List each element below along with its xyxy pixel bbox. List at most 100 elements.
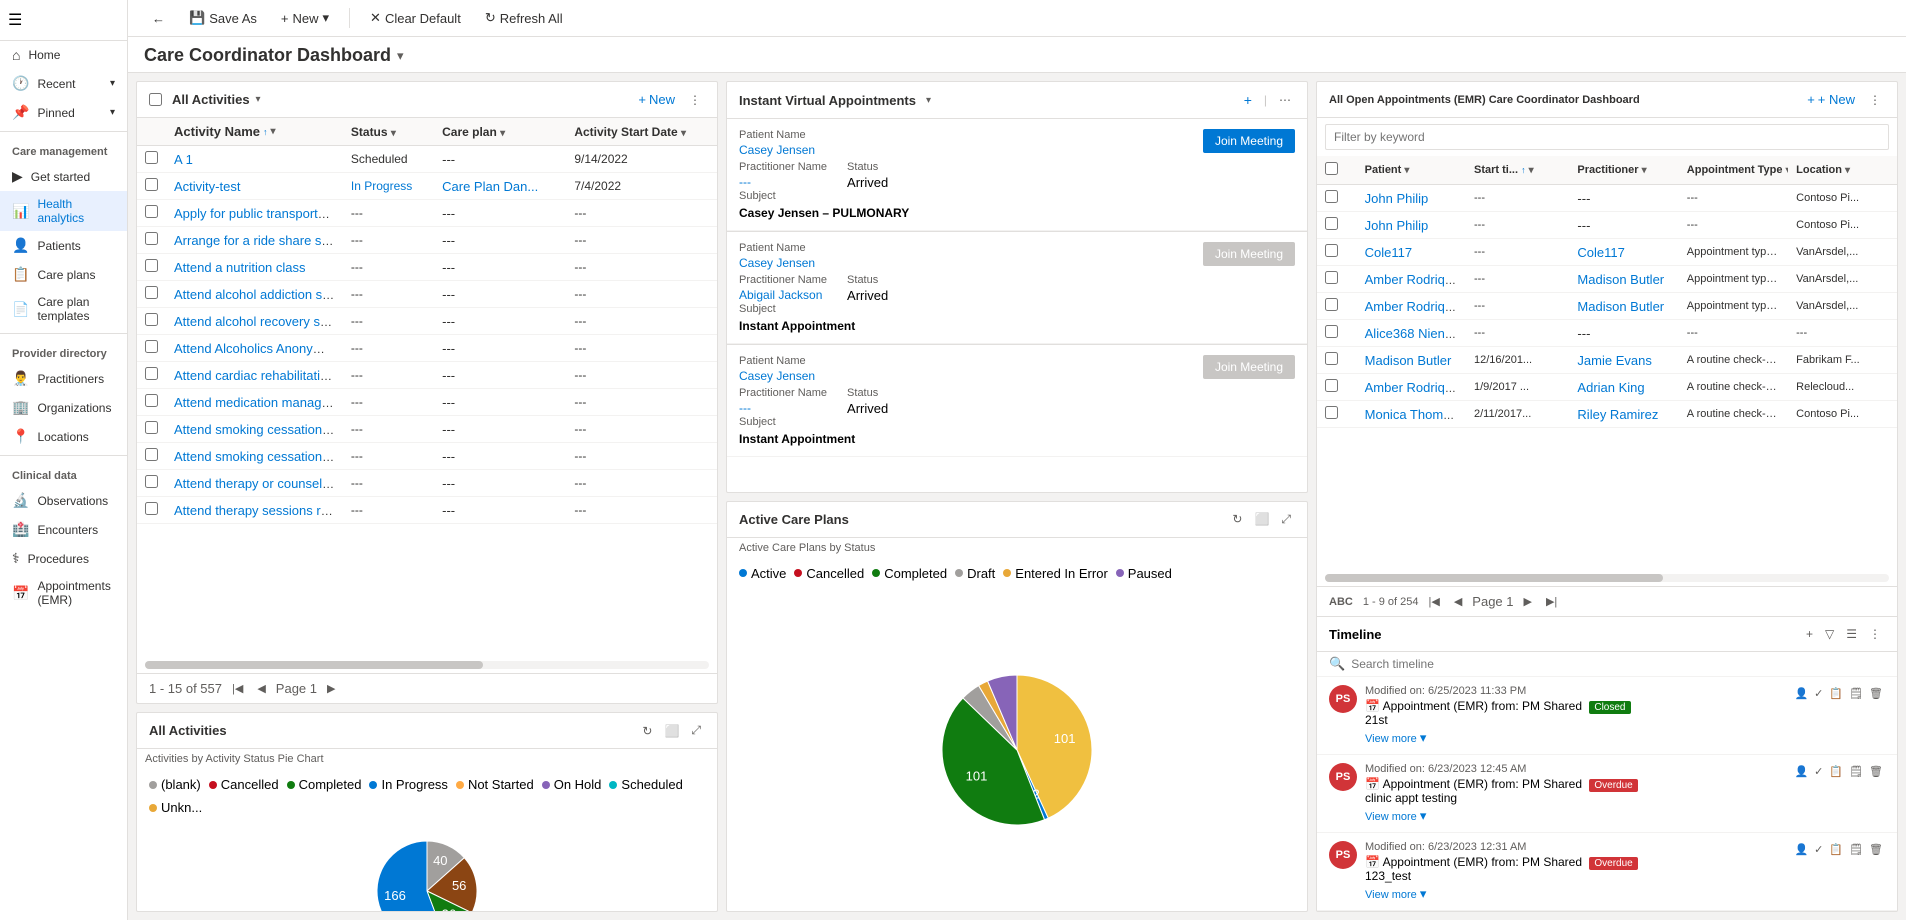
activity-name-link[interactable]: Apply for public transportation as... xyxy=(174,206,343,221)
care-plans-refresh-button[interactable]: ↻ xyxy=(1228,510,1246,528)
emr-row-checkbox[interactable] xyxy=(1325,352,1338,365)
new-button[interactable]: + New ▾ xyxy=(273,6,337,30)
row-checkbox[interactable] xyxy=(145,367,158,380)
row-checkbox[interactable] xyxy=(145,259,158,272)
sidebar-item-home[interactable]: ⌂ Home xyxy=(0,41,127,69)
activities-more-button[interactable]: ⋮ xyxy=(685,91,705,109)
th-emr-location[interactable]: Location ▾ xyxy=(1788,156,1897,185)
th-emr-patient[interactable]: Patient ▾ xyxy=(1357,156,1466,185)
timeline-copy-button[interactable]: 📋 xyxy=(1827,685,1845,702)
timeline-check-button[interactable]: ✓ xyxy=(1812,763,1825,780)
sidebar-item-pinned[interactable]: 📌 Pinned ▾ xyxy=(0,98,127,127)
next-page-button[interactable]: ▶ xyxy=(323,680,339,697)
row-checkbox[interactable] xyxy=(145,313,158,326)
emr-row-checkbox[interactable] xyxy=(1325,190,1338,203)
emr-new-button[interactable]: + + New xyxy=(1801,90,1861,109)
view-more-link[interactable]: View more ▾ xyxy=(1365,886,1784,902)
join-meeting-button[interactable]: Join Meeting xyxy=(1203,129,1295,153)
sidebar-item-observations[interactable]: 🔬 Observations xyxy=(0,486,127,515)
save-as-button[interactable]: 💾 Save As xyxy=(181,6,265,30)
emr-patient-link[interactable]: John Philip xyxy=(1365,218,1429,233)
activity-name-link[interactable]: Attend therapy sessions regularly... xyxy=(174,503,343,518)
activity-name-link[interactable]: Attend smoking cessation classes... xyxy=(174,422,343,437)
emr-patient-link[interactable]: Amber Rodriquez xyxy=(1365,272,1466,287)
prev-page-button[interactable]: ◀ xyxy=(253,680,269,697)
timeline-edit-button[interactable]: 🗒 xyxy=(1847,685,1865,702)
timeline-assign-button[interactable]: 👤 xyxy=(1792,763,1810,780)
activities-new-button[interactable]: + New xyxy=(632,90,681,109)
back-button[interactable]: ← xyxy=(144,7,173,30)
patient-name[interactable]: Casey Jensen xyxy=(739,256,815,270)
timeline-copy-button[interactable]: 📋 xyxy=(1827,841,1845,858)
activity-name-link[interactable]: Activity-test xyxy=(174,179,240,194)
emr-horizontal-scrollbar[interactable] xyxy=(1325,574,1889,582)
activity-name-link[interactable]: A 1 xyxy=(174,152,193,167)
sidebar-item-encounters[interactable]: 🏥 Encounters xyxy=(0,515,127,544)
row-checkbox[interactable] xyxy=(145,232,158,245)
row-checkbox[interactable] xyxy=(145,340,158,353)
emr-next-page-button[interactable]: ▶ xyxy=(1520,593,1536,610)
emr-patient-link[interactable]: Madison Butler xyxy=(1365,353,1452,368)
activity-name-link[interactable]: Arrange for a ride share service xyxy=(174,233,343,248)
row-checkbox[interactable] xyxy=(145,205,158,218)
row-checkbox[interactable] xyxy=(145,178,158,191)
practitioner-name[interactable]: --- xyxy=(739,175,827,189)
sidebar-item-locations[interactable]: 📍 Locations xyxy=(0,422,127,451)
timeline-delete-button[interactable]: 🗑 xyxy=(1867,763,1885,780)
row-checkbox[interactable] xyxy=(145,286,158,299)
th-start-date[interactable]: Activity Start Date ▾ xyxy=(566,118,717,146)
horizontal-scrollbar[interactable] xyxy=(145,661,709,669)
emr-row-checkbox[interactable] xyxy=(1325,298,1338,311)
activity-name-link[interactable]: Attend cardiac rehabilitation sessi... xyxy=(174,368,343,383)
sidebar-item-health-analytics[interactable]: 📊 Health analytics xyxy=(0,191,127,231)
page-title-chevron[interactable]: ▾ xyxy=(397,48,404,64)
timeline-delete-button[interactable]: 🗑 xyxy=(1867,841,1885,858)
emr-filter-input[interactable] xyxy=(1325,124,1889,150)
sidebar-item-get-started[interactable]: ▶ Get started xyxy=(0,162,127,191)
emr-row-checkbox[interactable] xyxy=(1325,406,1338,419)
sidebar-item-procedures[interactable]: ⚕ Procedures xyxy=(0,544,127,573)
timeline-copy-button[interactable]: 📋 xyxy=(1827,763,1845,780)
sidebar-item-practitioners[interactable]: 👨‍⚕️ Practitioners xyxy=(0,364,127,393)
activity-name-link[interactable]: Attend smoking cessation resourc... xyxy=(174,449,343,464)
timeline-delete-button[interactable]: 🗑 xyxy=(1867,685,1885,702)
th-activity-name[interactable]: Activity Name ↑ ▾ xyxy=(166,118,343,146)
row-checkbox[interactable] xyxy=(145,448,158,461)
th-care-plan[interactable]: Care plan ▾ xyxy=(434,118,566,146)
emr-more-button[interactable]: ⋮ xyxy=(1865,91,1885,109)
emr-row-checkbox[interactable] xyxy=(1325,325,1338,338)
patient-name[interactable]: Casey Jensen xyxy=(739,369,815,383)
timeline-check-button[interactable]: ✓ xyxy=(1812,685,1825,702)
timeline-check-button[interactable]: ✓ xyxy=(1812,841,1825,858)
th-emr-start[interactable]: Start ti... ↑ ▾ xyxy=(1466,156,1569,185)
emr-prev-page-button[interactable]: ◀ xyxy=(1450,593,1466,610)
timeline-edit-button[interactable]: 🗒 xyxy=(1847,841,1865,858)
th-status[interactable]: Status ▾ xyxy=(343,118,434,146)
th-emr-apt-type[interactable]: Appointment Type ▾ xyxy=(1679,156,1788,185)
activity-name-link[interactable]: Attend alcohol recovery services xyxy=(174,314,343,329)
join-meeting-button-disabled[interactable]: Join Meeting xyxy=(1203,355,1295,379)
emr-row-checkbox[interactable] xyxy=(1325,271,1338,284)
sidebar-item-recent[interactable]: 🕐 Recent ▾ xyxy=(0,69,127,98)
emr-patient-link[interactable]: John Philip xyxy=(1365,191,1429,206)
care-plans-save-button[interactable]: ⬜ xyxy=(1250,510,1273,528)
view-more-link[interactable]: View more ▾ xyxy=(1365,808,1784,824)
row-checkbox[interactable] xyxy=(145,421,158,434)
emr-row-checkbox[interactable] xyxy=(1325,244,1338,257)
timeline-add-button[interactable]: + xyxy=(1802,625,1817,643)
patient-name[interactable]: Casey Jensen xyxy=(739,143,815,157)
row-checkbox[interactable] xyxy=(145,502,158,515)
refresh-all-button[interactable]: ↻ Refresh All xyxy=(477,6,571,30)
activity-name-link[interactable]: Attend therapy or counseling sess... xyxy=(174,476,343,491)
virtual-plus-button[interactable]: + xyxy=(1240,90,1256,110)
sidebar-item-organizations[interactable]: 🏢 Organizations xyxy=(0,393,127,422)
practitioner-name[interactable]: Abigail Jackson xyxy=(739,288,827,302)
clear-default-button[interactable]: ✕ Clear Default xyxy=(362,6,469,30)
row-checkbox[interactable] xyxy=(145,475,158,488)
timeline-view-button[interactable]: ☰ xyxy=(1842,625,1861,643)
chart-refresh-button[interactable]: ↻ xyxy=(638,722,656,740)
first-page-button[interactable]: |◀ xyxy=(228,680,247,697)
timeline-search-input[interactable] xyxy=(1351,657,1885,671)
sidebar-item-patients[interactable]: 👤 Patients xyxy=(0,231,127,260)
hamburger-icon[interactable]: ☰ xyxy=(8,12,22,29)
